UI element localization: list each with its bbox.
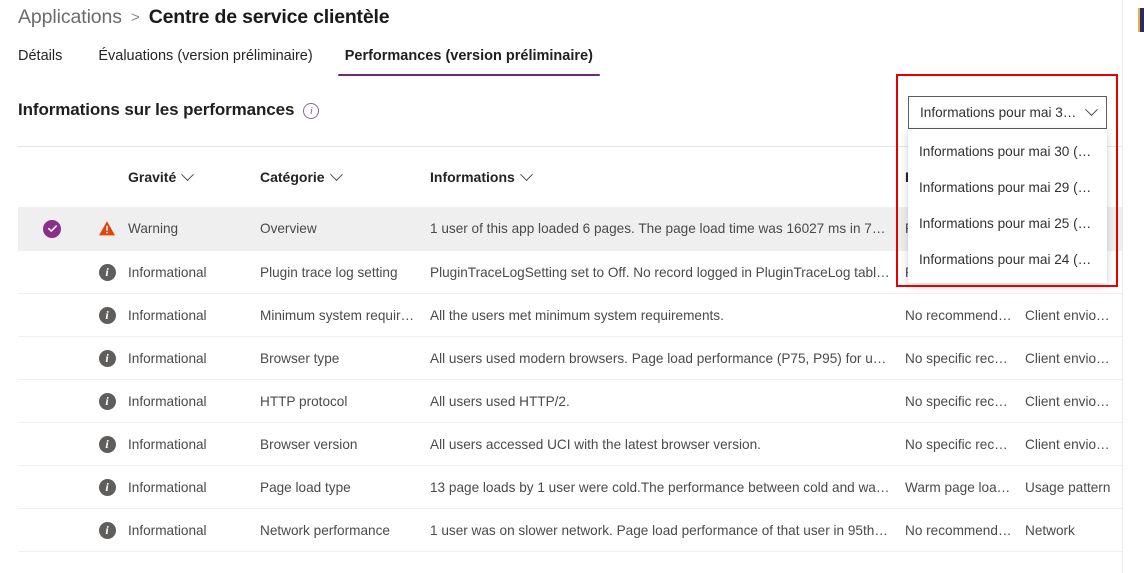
chevron-down-icon[interactable]	[329, 169, 343, 181]
cell-recommendation: No recommenda…	[905, 307, 1020, 323]
column-header-severity-label: Gravité	[128, 169, 177, 185]
tab-evaluations[interactable]: Évaluations (version préliminaire)	[82, 44, 328, 76]
info-circle-icon[interactable]: i	[303, 103, 320, 119]
page-title: Centre de service clientèle	[148, 6, 390, 28]
table-bottom-border	[18, 551, 1122, 552]
info-icon: i	[86, 435, 128, 453]
cell-category: Overview	[260, 221, 317, 236]
cell-category: Minimum system require…	[260, 307, 422, 323]
info-icon: i	[86, 521, 128, 539]
info-badge-icon: i	[98, 435, 116, 453]
cell-severity: Informational	[128, 436, 207, 452]
cell-recommendation: No specific reco…	[905, 350, 1016, 366]
cell-severity: Informational	[128, 264, 207, 280]
cell-category: Network performance	[260, 522, 390, 538]
cell-information: 13 page loads by 1 user were cold.The pe…	[430, 479, 905, 495]
dropdown-option[interactable]: Informations pour mai 24 (…	[908, 241, 1107, 277]
table-row[interactable]: i Informational HTTP protocol All users use…	[18, 379, 1122, 422]
table-row[interactable]: i Informational Page load type 13 page load…	[18, 465, 1122, 508]
tab-bar: Détails Évaluations (version préliminair…	[18, 44, 609, 82]
insights-date-dropdown-value: Informations pour mai 3…	[920, 105, 1077, 120]
cell-information: 1 user was on slower network. Page load …	[430, 522, 905, 538]
cell-information: All users used HTTP/2.	[430, 393, 570, 409]
cell-severity: Informational	[128, 350, 207, 366]
column-header-information[interactable]: Informations	[430, 169, 905, 185]
cell-information: All the users met minimum system require…	[430, 307, 724, 323]
insights-date-dropdown-list: Informations pour mai 30 (… Informations …	[908, 129, 1107, 283]
chevron-down-icon[interactable]	[519, 169, 533, 181]
insights-date-dropdown-button[interactable]: Informations pour mai 3…	[908, 96, 1107, 129]
cell-environment: Client enviornme…	[1025, 436, 1122, 452]
cell-environment: Client enviornme…	[1025, 393, 1122, 409]
cell-category: HTTP protocol	[260, 393, 348, 409]
table-row[interactable]: i Informational Network performance 1 user …	[18, 508, 1122, 551]
cell-category: Plugin trace log setting	[260, 264, 398, 280]
cell-category: Browser version	[260, 436, 358, 452]
breadcrumb-separator-icon: >	[130, 9, 140, 26]
cell-recommendation: No specific reco…	[905, 436, 1016, 452]
cell-environment: Client enviornme…	[1025, 307, 1122, 323]
info-badge-icon: i	[98, 349, 116, 367]
right-rail-badge	[1138, 8, 1144, 32]
section-header: Informations sur les performances i	[18, 100, 320, 120]
tab-details[interactable]: Détails	[18, 44, 82, 76]
info-badge-icon: i	[98, 521, 116, 539]
app-root: Applications > Centre de service clientè…	[0, 0, 1144, 573]
cell-information: All users used modern browsers. Page loa…	[430, 350, 905, 366]
cell-severity: Informational	[128, 307, 207, 323]
column-header-information-label: Informations	[430, 169, 515, 185]
chevron-down-icon	[1085, 103, 1098, 117]
section-title: Informations sur les performances	[18, 100, 295, 119]
table-row[interactable]: i Informational Minimum system require… All…	[18, 293, 1122, 336]
dropdown-option[interactable]: Informations pour mai 29 (…	[908, 169, 1107, 205]
chevron-down-icon[interactable]	[181, 169, 195, 181]
cell-recommendation: Warm page load…	[905, 479, 1018, 495]
breadcrumb: Applications > Centre de service clientè…	[18, 6, 390, 29]
cell-severity: Informational	[128, 393, 207, 409]
info-icon: i	[86, 263, 128, 281]
cell-severity: Informational	[128, 479, 207, 495]
info-icon: i	[86, 478, 128, 496]
dropdown-option[interactable]: Informations pour mai 30 (…	[908, 133, 1107, 169]
cell-severity: Warning	[128, 221, 179, 236]
dropdown-option[interactable]: Informations pour mai 25 (…	[908, 205, 1107, 241]
cell-information: 1 user of this app loaded 6 pages. The p…	[430, 221, 905, 236]
insights-date-dropdown: Informations pour mai 3… Informations po…	[908, 96, 1107, 283]
cell-environment: Network	[1025, 522, 1075, 538]
info-badge-icon: i	[98, 478, 116, 496]
cell-information: PluginTraceLogSetting set to Off. No rec…	[430, 264, 905, 280]
check-icon	[43, 219, 61, 238]
info-badge-icon: i	[98, 392, 116, 410]
breadcrumb-link-applications[interactable]: Applications	[18, 6, 122, 29]
cell-information: All users accessed UCI with the latest b…	[430, 436, 761, 452]
info-badge-icon: i	[98, 306, 116, 324]
info-badge-icon: i	[98, 263, 116, 281]
cell-recommendation: No specific reco…	[905, 393, 1016, 409]
cell-category: Page load type	[260, 479, 351, 495]
info-icon: i	[86, 306, 128, 324]
column-header-category-label: Catégorie	[260, 169, 325, 185]
info-icon: i	[86, 349, 128, 367]
cell-environment: Usage pattern	[1025, 479, 1111, 495]
info-icon: i	[86, 392, 128, 410]
table-row[interactable]: i Informational Browser type All users used…	[18, 336, 1122, 379]
warning-icon	[86, 220, 128, 237]
cell-category: Browser type	[260, 350, 340, 366]
cell-severity: Informational	[128, 522, 207, 538]
row-select-checkbox[interactable]	[18, 219, 86, 238]
column-header-severity[interactable]: Gravité	[128, 169, 260, 185]
cell-recommendation: No recommenda…	[905, 522, 1020, 538]
right-rail-divider	[1122, 0, 1123, 573]
table-row[interactable]: i Informational Browser version All users a…	[18, 422, 1122, 465]
cell-environment: Client enviornme…	[1025, 350, 1122, 366]
column-header-category[interactable]: Catégorie	[260, 169, 430, 185]
tab-performances[interactable]: Performances (version préliminaire)	[329, 44, 609, 76]
